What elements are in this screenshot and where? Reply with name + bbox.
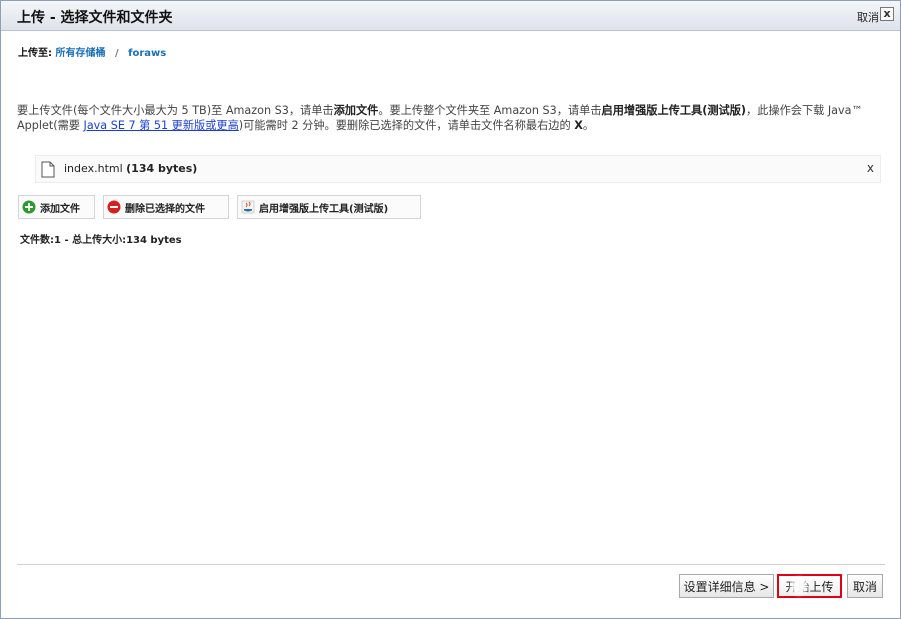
- remove-selected-label: 删除已选择的文件: [125, 203, 205, 215]
- enhanced-uploader-button[interactable]: 启用增强版上传工具(测试版): [237, 195, 421, 219]
- minus-icon: [107, 200, 121, 214]
- close-link[interactable]: 取消: [857, 9, 879, 25]
- java-icon: [241, 200, 255, 214]
- instructions-text-2: 。要上传整个文件夹至 Amazon S3，请单击: [378, 104, 602, 117]
- close-icon[interactable]: x: [880, 7, 894, 21]
- set-details-button[interactable]: 设置详细信息 >: [679, 574, 774, 598]
- breadcrumb-label: 上传至:: [18, 48, 52, 59]
- instructions-add-files: 添加文件: [333, 104, 379, 117]
- file-name: index.html (134 bytes): [64, 162, 197, 175]
- footer-divider: [17, 564, 885, 565]
- enhanced-uploader-label: 启用增强版上传工具(测试版): [259, 203, 389, 215]
- breadcrumb-separator: /: [114, 48, 119, 59]
- breadcrumb-bucket[interactable]: foraws: [128, 48, 166, 59]
- file-name-text: index.html: [64, 162, 123, 175]
- file-icon: [41, 161, 55, 178]
- upload-summary: 文件数:1 - 总上传大小:134 bytes: [20, 235, 182, 246]
- dialog-title: 上传 - 选择文件和文件夹: [17, 10, 173, 26]
- file-list-item: index.html (134 bytes) x: [35, 155, 881, 183]
- title-bar: 上传 - 选择文件和文件夹 取消 x: [1, 1, 900, 31]
- start-upload-button[interactable]: 开始上传: [777, 574, 842, 598]
- breadcrumb: 上传至: 所有存储桶 / foraws: [18, 44, 166, 59]
- instructions-x: X: [574, 119, 583, 132]
- plus-icon: [22, 200, 36, 214]
- file-size: (134 bytes): [126, 162, 198, 175]
- add-files-label: 添加文件: [40, 203, 80, 215]
- instructions-enhanced: 启用增强版上传工具(测试版): [601, 104, 746, 117]
- breadcrumb-all-buckets[interactable]: 所有存储桶: [55, 48, 105, 59]
- instructions-text-4: )可能需时 2 分钟。要删除已选择的文件，请单击文件名称最右边的: [238, 119, 575, 132]
- cancel-button[interactable]: 取消: [847, 574, 883, 598]
- upload-instructions: 要上传文件(每个文件大小最大为 5 TB)至 Amazon S3，请单击添加文件…: [17, 103, 885, 133]
- java-version-link[interactable]: Java SE 7 第 51 更新版或更高: [84, 119, 239, 132]
- add-files-button[interactable]: 添加文件: [18, 195, 95, 219]
- remove-file-button[interactable]: x: [867, 161, 874, 175]
- remove-selected-button[interactable]: 删除已选择的文件: [103, 195, 229, 219]
- upload-dialog: 上传 - 选择文件和文件夹 取消 x 上传至: 所有存储桶 / foraws 要…: [0, 0, 901, 619]
- instructions-text-5: 。: [582, 119, 595, 132]
- instructions-text-1: 要上传文件(每个文件大小最大为 5 TB)至 Amazon S3，请单击: [17, 104, 334, 117]
